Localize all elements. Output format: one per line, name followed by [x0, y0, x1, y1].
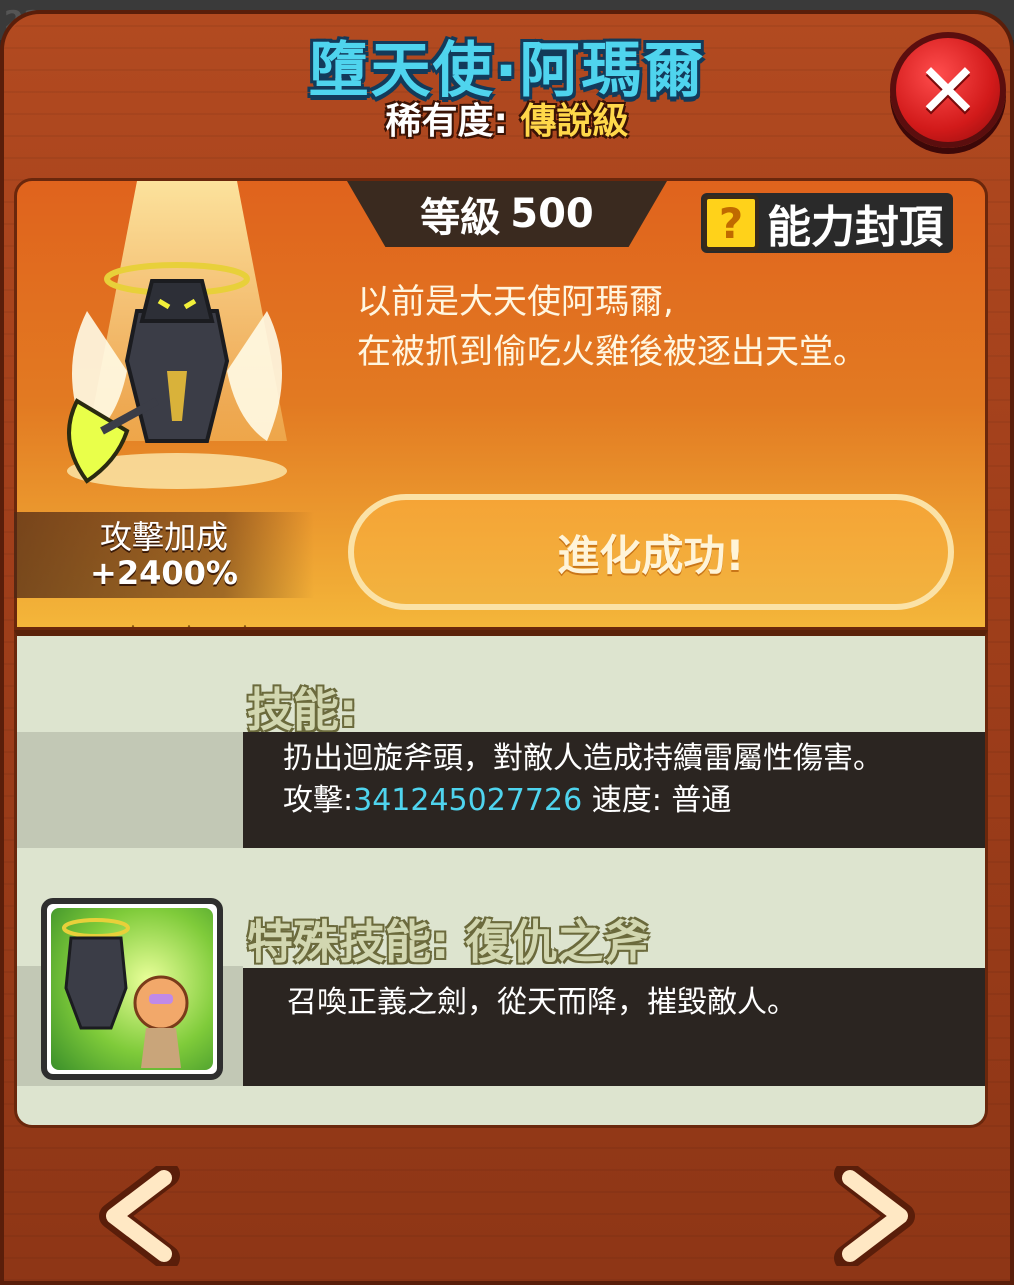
special-skill-box: 召喚正義之劍，從天而降，摧毀敵人。: [243, 968, 985, 1086]
attack-bonus-value: +2400%: [90, 554, 238, 592]
special-skill-description: 召喚正義之劍，從天而降，摧毀敵人。: [287, 985, 797, 1020]
attack-value: 341245027726: [353, 783, 583, 818]
question-mark-icon: ?: [703, 195, 759, 251]
description-line-2: 在被抓到偷吃火雞後被逐出天堂。: [357, 332, 867, 372]
close-x-icon: ✕: [916, 45, 980, 135]
max-ability-label: 能力封頂: [767, 202, 943, 253]
attack-label: 攻擊:: [283, 783, 354, 818]
rarity-line: 稀有度: 傳說級: [0, 92, 1014, 144]
special-skill-heading: 特殊技能: 復仇之斧: [247, 915, 650, 969]
attack-bonus-box: 攻擊加成 +2400%: [14, 512, 314, 598]
speed-value: 普通: [671, 783, 732, 818]
description-line-1: 以前是大天使阿瑪爾,: [357, 282, 674, 322]
special-skill-icon[interactable]: [41, 898, 223, 1080]
rarity-label: 稀有度:: [385, 101, 521, 142]
level-value: 500: [510, 191, 594, 237]
rarity-value: 傳說級: [520, 101, 629, 142]
arrow-left-icon[interactable]: [92, 1166, 192, 1266]
skill-info-box: 扔出迴旋斧頭，對敵人造成持續雷屬性傷害。 攻擊:341245027726 速度:…: [243, 732, 985, 848]
evolve-button[interactable]: 進化成功!: [348, 494, 954, 610]
arrow-right-icon[interactable]: [822, 1166, 922, 1266]
special-skill-art: [62, 918, 189, 1068]
max-ability-badge[interactable]: ? 能力封頂: [701, 193, 953, 253]
attack-bonus-label: 攻擊加成: [99, 518, 228, 556]
level-tab: 等級 500: [347, 181, 667, 247]
close-button[interactable]: ✕: [890, 32, 1006, 148]
skills-area: 技能: 扔出迴旋斧頭，對敵人造成持續雷屬性傷害。 攻擊:341245027726…: [14, 630, 988, 1128]
speed-label: 速度:: [582, 783, 672, 818]
skill-stats: 攻擊:341245027726 速度: 普通: [283, 780, 985, 822]
skill-heading: 技能:: [247, 683, 358, 737]
hero-description: 以前是大天使阿瑪爾, 在被抓到偷吃火雞後被逐出天堂。: [357, 277, 977, 377]
skill-description: 扔出迴旋斧頭，對敵人造成持續雷屬性傷害。: [283, 741, 883, 776]
level-label: 等級: [420, 195, 501, 241]
